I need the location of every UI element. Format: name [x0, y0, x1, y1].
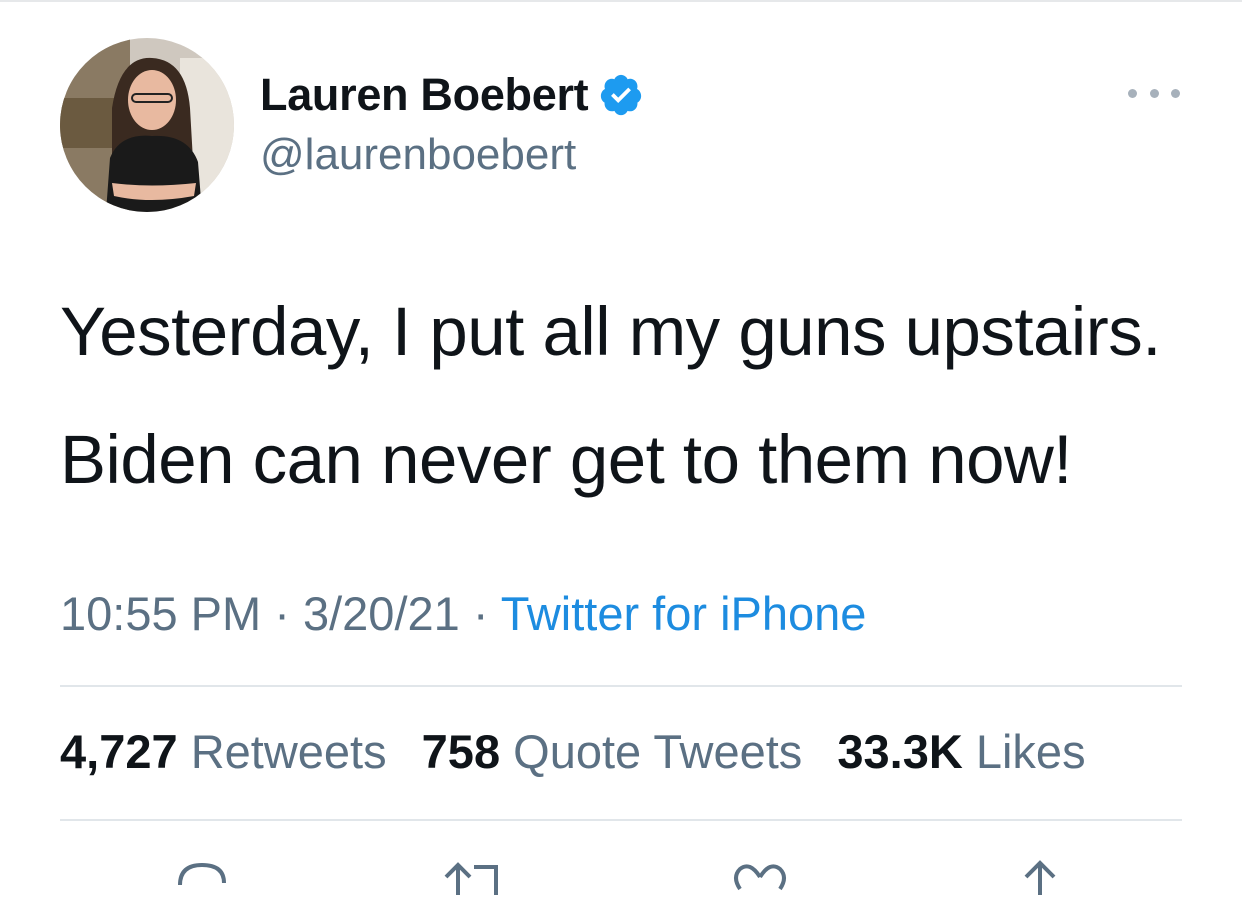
retweets-label: Retweets	[190, 725, 387, 778]
author-handle[interactable]: @laurenboebert	[260, 130, 576, 180]
author-name-row[interactable]: Lauren Boebert	[260, 66, 644, 124]
likes-count: 33.3K	[837, 725, 963, 778]
more-dot	[1149, 88, 1159, 98]
share-icon[interactable]	[1012, 855, 1068, 900]
quote-tweets-count: 758	[421, 725, 501, 778]
divider	[60, 819, 1182, 821]
retweets-stat[interactable]: 4,727 Retweets	[60, 725, 387, 778]
likes-stat[interactable]: 33.3K Likes	[837, 725, 1085, 778]
avatar-image	[60, 38, 234, 212]
quote-tweets-stat[interactable]: 758 Quote Tweets	[422, 725, 803, 778]
tweet-meta: 10:55 PM · 3/20/21 · Twitter for iPhone	[60, 586, 866, 641]
tweet-date[interactable]: 3/20/21	[303, 587, 460, 640]
tweet-text: Yesterday, I put all my guns upstairs. B…	[60, 286, 1200, 542]
more-dot	[1128, 88, 1137, 98]
top-border	[0, 0, 1242, 2]
like-icon[interactable]	[728, 855, 792, 900]
retweets-count: 4,727	[60, 725, 178, 778]
divider	[60, 685, 1182, 687]
meta-separator: ·	[472, 587, 489, 640]
tweet-time[interactable]: 10:55 PM	[60, 587, 261, 640]
tweet-line: Yesterday, I put all my guns upstairs.	[60, 293, 1161, 370]
more-icon[interactable]	[1128, 78, 1180, 108]
avatar[interactable]	[60, 38, 234, 212]
meta-separator: ·	[274, 587, 290, 640]
engagement-stats: 4,727 Retweets 758 Quote Tweets 33.3K Li…	[60, 724, 1108, 779]
tweet-line: Biden can never get to them now!	[60, 421, 1072, 498]
more-dot	[1171, 88, 1180, 98]
retweet-icon[interactable]	[440, 855, 510, 900]
display-name[interactable]: Lauren Boebert	[260, 69, 589, 121]
quote-tweets-label: Quote Tweets	[513, 725, 803, 778]
likes-label: Likes	[975, 725, 1086, 778]
verified-badge-icon	[598, 72, 644, 118]
tweet-source-link[interactable]: Twitter for iPhone	[501, 587, 867, 640]
reply-icon[interactable]	[172, 855, 232, 900]
